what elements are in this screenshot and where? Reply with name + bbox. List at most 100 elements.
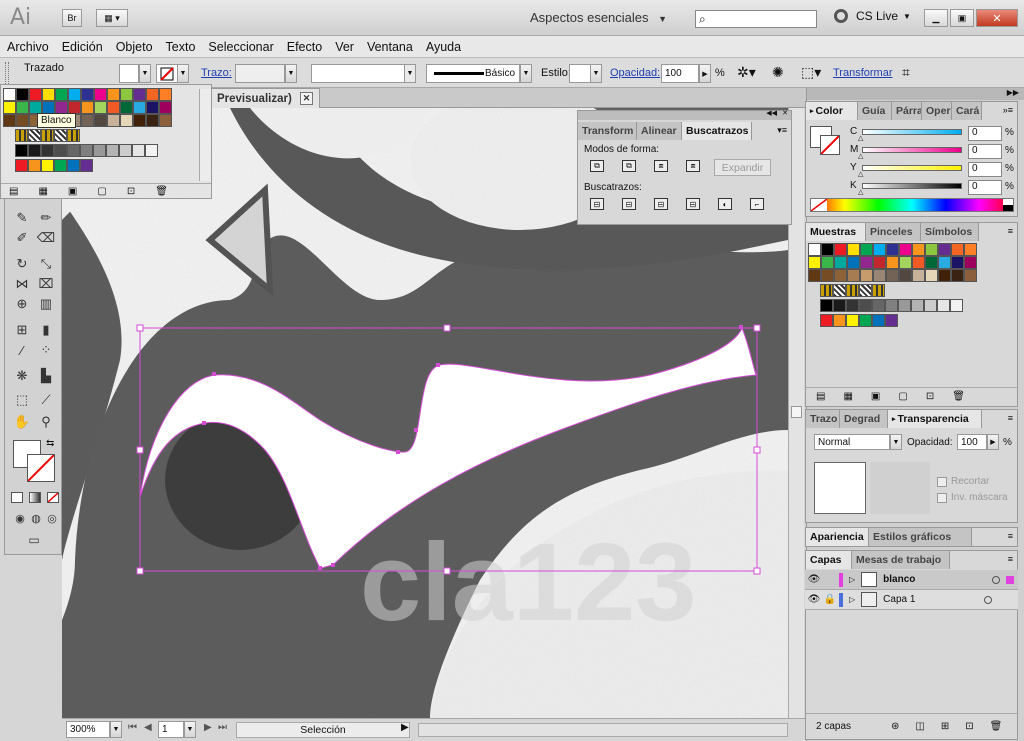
menu-edicion[interactable]: Edición xyxy=(62,40,103,54)
minus-front-icon[interactable]: ⧉ xyxy=(622,160,636,172)
color-swatch[interactable] xyxy=(94,101,107,114)
trash-icon[interactable]: 🗑 xyxy=(952,391,965,402)
expand-button[interactable]: Expandir xyxy=(714,159,771,176)
arrange-documents-button[interactable]: ▦ ▾ xyxy=(96,9,128,27)
restore-button[interactable]: ▣ xyxy=(950,9,974,27)
tab-align[interactable]: Alinear xyxy=(637,122,682,140)
global-edit-icon[interactable]: ✺ xyxy=(772,64,784,81)
black-swatch[interactable] xyxy=(1003,205,1013,211)
menu-ventana[interactable]: Ventana xyxy=(367,40,413,54)
tab-transform[interactable]: Transform xyxy=(578,122,637,140)
show-swatch-kinds-icon[interactable]: ▦ xyxy=(843,391,852,402)
divide-icon[interactable]: ⊟ xyxy=(590,198,604,210)
gray-swatch[interactable] xyxy=(846,299,859,312)
color-swatch[interactable] xyxy=(16,88,29,101)
status-tool-field[interactable]: Selección xyxy=(236,722,410,738)
isolate-group-icon[interactable]: ⌗ xyxy=(902,64,910,81)
gray-swatch[interactable] xyxy=(950,299,963,312)
gray-swatch[interactable] xyxy=(820,299,833,312)
channel-value-field[interactable]: 0 xyxy=(968,162,1002,177)
width-tool-icon[interactable]: ⋈ xyxy=(11,274,33,294)
tab-brushes[interactable]: Pinceles xyxy=(866,223,921,241)
merge-icon[interactable]: ⊟ xyxy=(654,198,668,210)
gray-swatch[interactable] xyxy=(132,144,145,157)
pattern-swatch[interactable] xyxy=(67,129,80,142)
pencil-tool-icon[interactable]: ✏ xyxy=(35,208,57,228)
color-spectrum-bar[interactable] xyxy=(810,198,1014,212)
new-layer-icon[interactable]: ⊡ xyxy=(965,721,973,732)
blend-mode-select[interactable]: Normal xyxy=(814,434,890,450)
new-color-group-icon[interactable]: ▢ xyxy=(97,186,106,197)
intersect-icon[interactable]: ⧈ xyxy=(654,160,668,172)
color-swatch[interactable] xyxy=(899,269,912,282)
tab-transparency[interactable]: ▸ Transparencia xyxy=(888,410,982,428)
color-group-swatch[interactable] xyxy=(885,314,898,327)
brush-dropdown[interactable]: ▼ xyxy=(520,64,532,83)
color-swatch[interactable] xyxy=(107,101,120,114)
slice-tool-icon[interactable]: ⟋ xyxy=(35,390,57,410)
swatch-libraries-icon[interactable]: ▤ xyxy=(816,391,825,402)
color-swatch[interactable] xyxy=(873,243,886,256)
tab-graphic-styles[interactable]: Estilos gráficos xyxy=(869,528,972,546)
menu-ayuda[interactable]: Ayuda xyxy=(426,40,461,54)
color-swatch[interactable] xyxy=(16,114,29,127)
swatch-options-icon[interactable]: ▣ xyxy=(871,391,880,402)
channel-value-field[interactable]: 0 xyxy=(968,126,1002,141)
color-swatch[interactable] xyxy=(847,243,860,256)
document-tab[interactable]: Previsualizar) ✕ xyxy=(210,88,321,108)
minus-back-icon[interactable]: ⌐ xyxy=(750,198,764,210)
trim-icon[interactable]: ⊟ xyxy=(622,198,636,210)
object-thumbnail[interactable] xyxy=(814,462,866,514)
color-swatch[interactable] xyxy=(925,256,938,269)
stroke-color-field[interactable] xyxy=(156,64,178,83)
grip-handle[interactable] xyxy=(5,62,9,84)
color-swatch[interactable] xyxy=(16,101,29,114)
eye-icon[interactable]: 👁 xyxy=(805,594,823,605)
color-swatch[interactable] xyxy=(899,256,912,269)
outline-icon[interactable]: ◐ xyxy=(718,198,732,210)
gray-swatch[interactable] xyxy=(15,144,28,157)
trash-icon[interactable]: 🗑 xyxy=(990,721,1003,732)
color-swatch[interactable] xyxy=(964,269,977,282)
none-mode-button[interactable] xyxy=(47,492,59,503)
tab-character[interactable]: Cará xyxy=(952,102,982,120)
pattern-swatch[interactable] xyxy=(28,129,41,142)
color-group-swatch[interactable] xyxy=(54,159,67,172)
zoom-tool-icon[interactable]: ⚲ xyxy=(35,412,57,432)
new-swatch-icon[interactable]: ⊡ xyxy=(926,391,934,402)
free-transform-tool-icon[interactable]: ⌧ xyxy=(35,274,57,294)
gray-swatch[interactable] xyxy=(937,299,950,312)
color-swatch[interactable] xyxy=(821,269,834,282)
show-swatch-kinds-icon[interactable]: ▦ xyxy=(38,186,47,197)
color-group-swatch[interactable] xyxy=(41,159,54,172)
panel-drag-bar[interactable]: ◀◀ ✕ xyxy=(578,110,791,120)
tab-color[interactable]: ▸ Color xyxy=(806,102,858,120)
color-group-swatch[interactable] xyxy=(28,159,41,172)
color-group-swatch[interactable] xyxy=(872,314,885,327)
color-swatch[interactable] xyxy=(873,256,886,269)
eraser-tool-icon[interactable]: ⌫ xyxy=(35,228,57,248)
clip-checkbox[interactable] xyxy=(937,477,947,487)
transform-link[interactable]: Transformar xyxy=(833,67,893,79)
first-artboard-icon[interactable]: ⏮ xyxy=(128,722,137,733)
color-swatch[interactable] xyxy=(120,88,133,101)
pattern-swatch[interactable] xyxy=(54,129,67,142)
exclude-icon[interactable]: ⧈ xyxy=(686,160,700,172)
gradient-tool-icon[interactable]: ▮ xyxy=(35,320,57,340)
stroke-link[interactable]: Trazo: xyxy=(201,67,232,79)
color-swatch[interactable] xyxy=(159,88,172,101)
rotate-tool-icon[interactable]: ↻ xyxy=(11,254,33,274)
tab-swatches[interactable]: Muestras xyxy=(806,223,866,241)
color-swatch[interactable] xyxy=(886,243,899,256)
make-clipping-mask-icon[interactable]: ◫ xyxy=(915,721,924,732)
color-swatch[interactable] xyxy=(912,243,925,256)
color-swatch[interactable] xyxy=(886,269,899,282)
opacity-stepper[interactable]: ▶ xyxy=(699,64,711,83)
color-group-swatch[interactable] xyxy=(820,314,833,327)
stroke-weight-field[interactable] xyxy=(235,64,285,83)
color-swatch[interactable] xyxy=(146,114,159,127)
new-color-group-icon[interactable]: ▢ xyxy=(898,391,907,402)
color-mode-button[interactable] xyxy=(11,492,23,503)
next-artboard-icon[interactable]: ▶ xyxy=(204,722,212,733)
color-swatch[interactable] xyxy=(899,243,912,256)
